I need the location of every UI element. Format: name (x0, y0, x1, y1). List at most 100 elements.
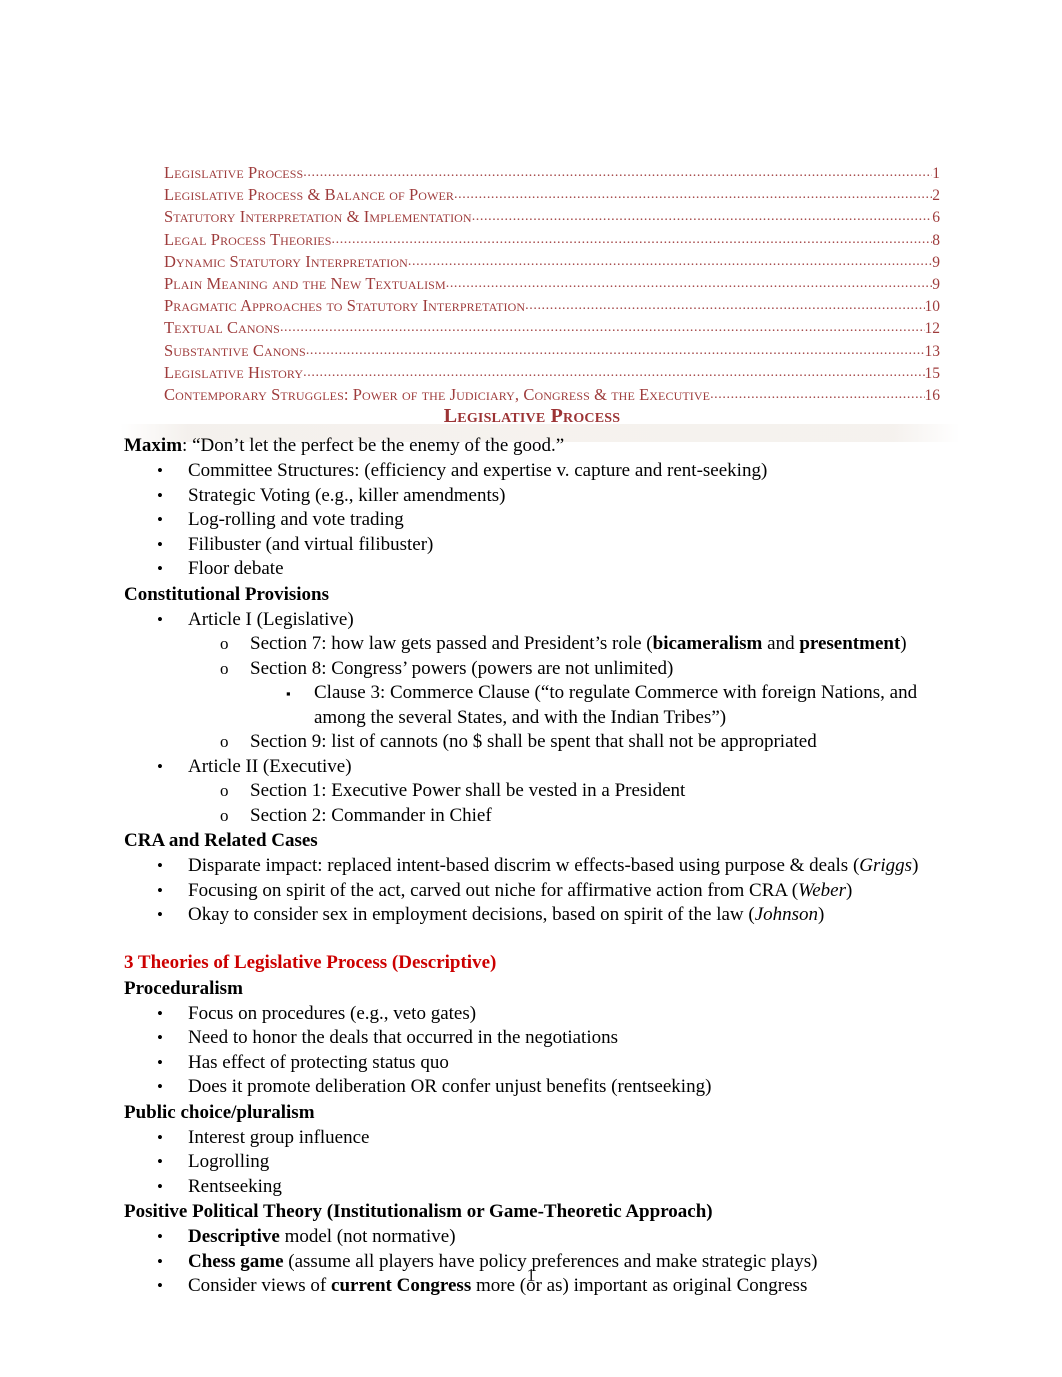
list-item-label: Article II (Executive) (188, 755, 352, 777)
list-item: • Filibuster (and virtual filibuster) (124, 533, 940, 558)
public-choice-bullet-list: • Interest group influence • Logrolling • R… (124, 1126, 940, 1200)
case-name-citation: Griggs (859, 855, 913, 876)
toc-entry[interactable]: Pragmatic Approaches to Statutory Interp… (164, 296, 940, 318)
list-item-label: Okay to consider sex in employment decis… (188, 904, 824, 925)
article-1-section-list-cont: o Section 9: list of cannots (no $ shall … (124, 730, 940, 755)
toc-entry[interactable]: Textual Canons .........................… (164, 318, 940, 340)
section-7-text-e: ) (900, 633, 907, 654)
toc-entry-page: 16 (924, 387, 941, 405)
toc-leader-dots: ........................................… (303, 165, 933, 180)
bullet-dot-icon: • (157, 609, 163, 629)
list-item-label: Section 1: Executive Power shall be vest… (250, 780, 686, 801)
toc-entry-page: 1 (932, 165, 940, 182)
toc-entry[interactable]: Legislative Process & Balance of Power .… (164, 185, 940, 207)
toc-leader-dots: ........................................… (525, 298, 925, 314)
section-heading-constitutional-provisions: Constitutional Provisions (124, 583, 329, 605)
list-item-label: Rentseeking (188, 1175, 282, 1197)
bullet-dot-icon: • (157, 856, 163, 875)
list-item: • Article I (Legislative) (124, 608, 940, 633)
list-item: o Section 8: Congress’ powers (powers are… (124, 657, 940, 682)
page-title: Legislative Process (443, 405, 621, 427)
toc-leader-dots: ........................................… (445, 276, 933, 292)
bullet-circle-icon: o (220, 781, 229, 800)
bullet-circle-icon: o (220, 634, 229, 653)
list-item: • Does it promote deliberation OR confer … (124, 1075, 940, 1100)
list-item: • Logrolling (124, 1150, 940, 1175)
case-name-citation: Johnson (754, 904, 819, 925)
toc-entry-page: 12 (924, 320, 941, 338)
list-item-label: Section 7: how law gets passed and Presi… (250, 633, 907, 654)
list-item: • Log-rolling and vote trading (124, 508, 940, 533)
toc-entry-title: Contemporary Struggles: Power of the Jud… (164, 385, 711, 405)
list-item-label: Strategic Voting (e.g., killer amendment… (188, 484, 506, 506)
list-item-label: Clause 3: Commerce Clause (“to regulate … (314, 682, 918, 728)
list-item-label: Article I (Legislative) (188, 608, 354, 630)
page-number: 1 (526, 1265, 536, 1285)
list-item-label: Has effect of protecting status quo (188, 1051, 449, 1073)
toc-entry[interactable]: Legislative History ....................… (164, 363, 940, 385)
toc-entry-title: Textual Canons (164, 318, 280, 338)
document-body: Maxim: “Don’t let the perfect be the ene… (124, 432, 940, 1299)
toc-entry-page: 9 (932, 276, 940, 294)
cra-text: Disparate impact: replaced intent-based … (188, 855, 860, 876)
toc-entry-page: 10 (924, 298, 941, 316)
cra-tail: ) (818, 904, 825, 925)
toc-leader-dots: ........................................… (331, 231, 933, 247)
list-item: ▪ Clause 3: Commerce Clause (“to regulate… (124, 681, 940, 730)
proceduralism-bullet-list: • Focus on procedures (e.g., veto gates) … (124, 1002, 940, 1100)
bullet-circle-icon: o (220, 658, 229, 678)
section-7-text-c: and (762, 633, 800, 654)
list-item: • Article II (Executive) (124, 755, 940, 780)
list-item-label: Section 9: list of cannots (no $ shall b… (250, 731, 817, 752)
list-item-label: Section 2: Commander in Chief (250, 804, 492, 826)
list-item: • Rentseeking (124, 1175, 940, 1200)
toc-entry[interactable]: Plain Meaning and the New Textualism ...… (164, 274, 940, 296)
table-of-contents: Legislative Process ....................… (164, 163, 940, 407)
list-item: o Section 9: list of cannots (no $ shall … (124, 730, 940, 755)
ppt-bullet-list: • Descriptive model (not normative) • Ches… (124, 1225, 940, 1299)
toc-entry-page: 15 (924, 364, 941, 382)
toc-entry[interactable]: Dynamic Statutory Interpretation .......… (164, 252, 940, 274)
document-page: Legislative Process ....................… (0, 0, 1062, 1377)
list-item-label: Focus on procedures (e.g., veto gates) (188, 1002, 477, 1024)
maxim-text: : “Don’t let the perfect be the enemy of… (182, 435, 565, 456)
list-item: • Focusing on spirit of the act, carved o… (124, 879, 940, 904)
toc-entry[interactable]: Substantive Canons .....................… (164, 341, 940, 363)
list-item: • Disparate impact: replaced intent-based… (124, 854, 940, 879)
toc-entry[interactable]: Contemporary Struggles: Power of the Jud… (164, 385, 940, 407)
list-item: • Strategic Voting (e.g., killer amendmen… (124, 484, 940, 509)
list-item-label: Section 8: Congress’ powers (powers are … (250, 657, 674, 679)
toc-entry[interactable]: Statutory Interpretation & Implementatio… (164, 207, 940, 229)
maxim-label: Maxim (124, 435, 183, 456)
cra-text: Focusing on spirit of the act, carved ou… (188, 879, 799, 901)
maxim-line: Maxim: “Don’t let the perfect be the ene… (124, 432, 940, 459)
list-item-label: Log-rolling and vote trading (188, 509, 404, 530)
bullet-dot-icon: • (157, 1127, 163, 1147)
bullet-dot-icon: • (157, 1227, 163, 1246)
toc-entry[interactable]: Legal Process Theories .................… (164, 230, 940, 252)
toc-entry[interactable]: Legislative Process ....................… (164, 163, 940, 185)
toc-entry-title: Dynamic Statutory Interpretation (164, 251, 408, 271)
list-item: o Section 1: Executive Power shall be ves… (124, 779, 940, 804)
bullet-dot-icon: • (157, 880, 163, 900)
toc-leader-dots: ........................................… (471, 209, 933, 225)
toc-leader-dots: ........................................… (407, 253, 932, 269)
list-item: o Section 2: Commander in Chief (124, 804, 940, 829)
list-item: o Section 7: how law gets passed and Pres… (124, 632, 940, 657)
bullet-dot-icon: • (157, 510, 163, 529)
bullet-dot-icon: • (157, 1176, 163, 1196)
toc-entry-title: Pragmatic Approaches to Statutory Interp… (164, 296, 526, 316)
list-item-label: Disparate impact: replaced intent-based … (188, 855, 918, 876)
toc-entry-title: Statutory Interpretation & Implementatio… (164, 207, 472, 227)
cra-tail: ) (845, 879, 853, 901)
maxim-bullet-list: • Committee Structures: (efficiency and e… (124, 459, 940, 582)
bullet-dot-icon: • (157, 1028, 163, 1047)
bullet-dot-icon: • (157, 756, 163, 776)
bullet-dot-icon: • (157, 1003, 163, 1023)
list-item: • Need to honor the deals that occurred i… (124, 1026, 940, 1051)
toc-entry-title: Legal Process Theories (164, 229, 332, 249)
bullet-dot-icon: • (157, 1052, 163, 1072)
list-item-label: Focusing on spirit of the act, carved ou… (188, 880, 852, 901)
bullet-dot-icon: • (157, 1152, 163, 1171)
list-item-label: Floor debate (188, 558, 284, 579)
